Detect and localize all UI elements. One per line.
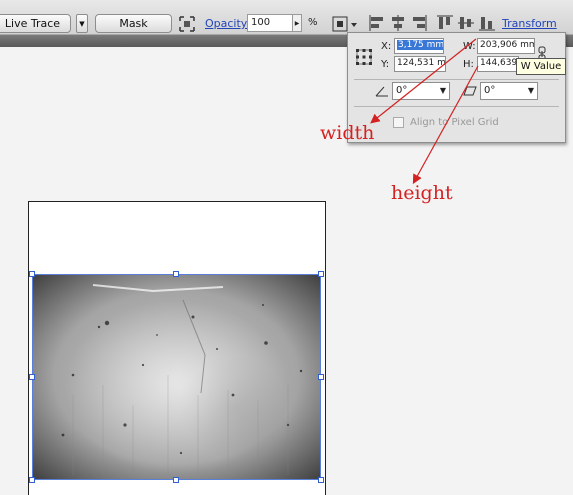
align-left-icon[interactable] (368, 14, 386, 32)
shear-select[interactable]: 0° ▼ (480, 82, 538, 100)
x-value: 3,175 mm (397, 40, 444, 50)
width-annotation: width (320, 122, 375, 144)
panel-divider (354, 79, 559, 80)
selection-handle-top-left[interactable] (29, 271, 35, 277)
transform-link[interactable]: Transform (502, 17, 557, 30)
reference-point-icon[interactable] (330, 14, 358, 34)
reference-point-locator-icon[interactable] (354, 47, 374, 67)
y-label: Y: (381, 59, 390, 70)
align-to-pixel-grid-label: Align to Pixel Grid (410, 117, 499, 128)
grunge-texture-image[interactable] (32, 274, 321, 480)
isolate-mode-icon[interactable] (178, 15, 196, 33)
selection-handle-bottom-right[interactable] (318, 477, 324, 483)
selection-handle-bottom-left[interactable] (29, 477, 35, 483)
opacity-unit: % (308, 17, 318, 28)
h-input[interactable]: 144,639 (477, 56, 519, 72)
align-horizontal-center-icon[interactable] (389, 14, 407, 32)
opacity-input[interactable]: 100 (247, 14, 293, 32)
shear-value: 0° (484, 85, 496, 96)
live-trace-button[interactable]: Live Trace (0, 14, 71, 33)
height-annotation: height (391, 182, 453, 204)
align-to-pixel-grid-checkbox[interactable] (393, 117, 404, 128)
rotate-dropdown-icon: ▼ (439, 86, 446, 95)
x-label: X: (381, 41, 392, 52)
rotate-icon (374, 84, 390, 98)
shear-icon (462, 84, 478, 98)
opacity-dropdown-button[interactable]: ▶ (292, 14, 302, 32)
live-trace-options-button[interactable]: ▼ (76, 14, 88, 33)
align-bottom-icon[interactable] (478, 14, 496, 32)
w-value-tooltip: W Value (516, 58, 566, 75)
h-label: H: (463, 59, 474, 70)
align-top-icon[interactable] (436, 14, 454, 32)
selection-handle-top-right[interactable] (318, 271, 324, 277)
selection-handle-middle-right[interactable] (318, 374, 324, 380)
align-vertical-center-icon[interactable] (457, 14, 475, 32)
mask-button[interactable]: Mask (95, 14, 172, 33)
selection-handle-middle-left[interactable] (29, 374, 35, 380)
transform-panel: X: 3,175 mm Y: 124,531 mm W: 203,906 mm … (347, 32, 566, 143)
selection-handle-top-center[interactable] (173, 271, 179, 277)
rotate-value: 0° (396, 85, 408, 96)
w-input[interactable]: 203,906 mm (477, 38, 535, 54)
rotate-select[interactable]: 0° ▼ (392, 82, 450, 100)
w-label: W: (463, 41, 476, 52)
x-input[interactable]: 3,175 mm (394, 38, 444, 54)
align-right-icon[interactable] (410, 14, 428, 32)
shear-dropdown-icon: ▼ (527, 86, 534, 95)
panel-divider-2 (354, 106, 559, 107)
selection-handle-bottom-center[interactable] (173, 477, 179, 483)
opacity-label[interactable]: Opacity: (205, 17, 250, 30)
y-input[interactable]: 124,531 mm (394, 56, 446, 72)
